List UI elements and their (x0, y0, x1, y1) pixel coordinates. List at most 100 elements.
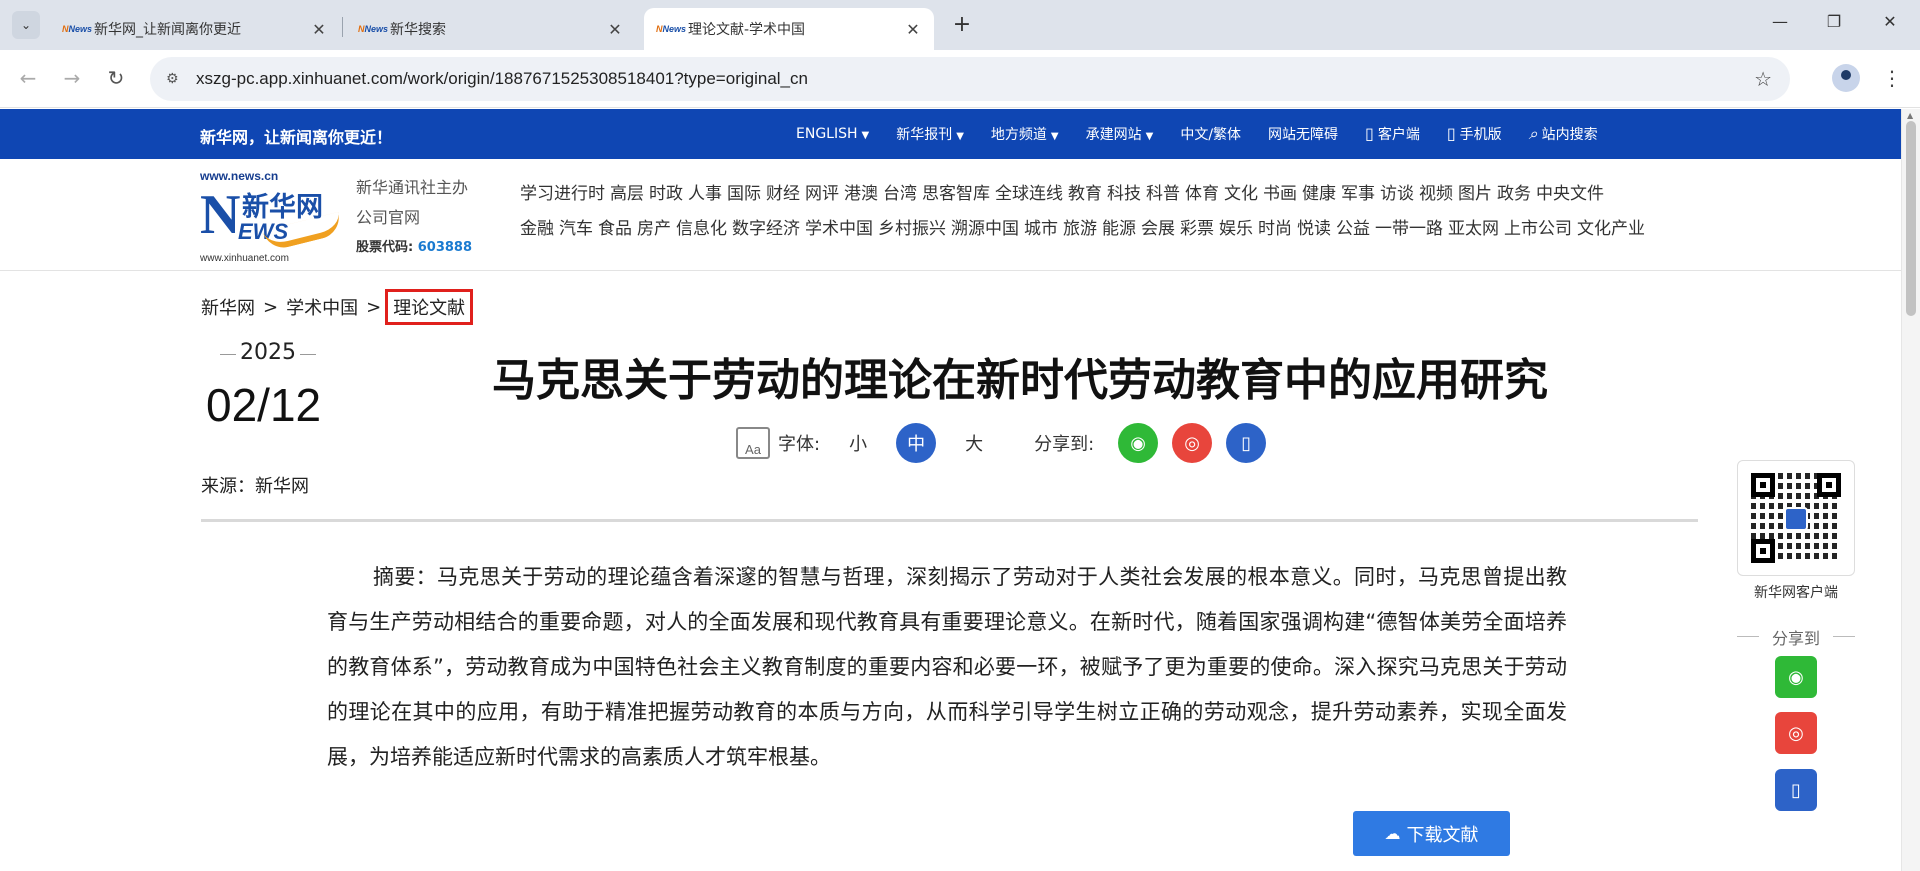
channel-link[interactable]: 全球连线 (995, 184, 1063, 204)
channel-link[interactable]: 科普 (1146, 184, 1180, 204)
channel-link[interactable]: 汽车 (559, 219, 593, 239)
org-line-2: 公司官网 (356, 208, 421, 227)
wechat-share-icon[interactable]: ◉ (1118, 423, 1159, 463)
channel-link[interactable]: 港澳 (844, 184, 878, 204)
browser-tab-1[interactable]: N News 新华网_让新闻离你更近 ✕ (50, 8, 340, 50)
channel-link[interactable]: 文化产业 (1577, 219, 1645, 239)
scroll-up-icon[interactable]: ▲ (1907, 111, 1913, 120)
breadcrumb-academic-china[interactable]: 学术中国 (286, 294, 358, 320)
qr-app-logo (1784, 507, 1808, 531)
new-tab-button[interactable]: + (950, 12, 974, 37)
browser-tab-2[interactable]: N News 新华搜索 ✕ (346, 8, 636, 50)
channel-link[interactable]: 文化 (1224, 184, 1258, 204)
channel-link[interactable]: 访谈 (1380, 184, 1414, 204)
channel-link[interactable]: 一带一路 (1375, 219, 1443, 239)
channel-link[interactable]: 时尚 (1258, 219, 1292, 239)
site-settings-icon[interactable]: ⚙ (166, 71, 186, 87)
restore-icon[interactable]: ❐ (1822, 12, 1846, 31)
channel-link[interactable]: 书画 (1263, 184, 1297, 204)
channel-link[interactable]: 悦读 (1297, 219, 1331, 239)
browser-tab-3-active[interactable]: N News 理论文献-学术中国 ✕ (644, 8, 934, 50)
stock-code[interactable]: 603888 (418, 240, 472, 255)
page-scrollbar[interactable]: ▲ (1901, 109, 1920, 871)
scrollbar-thumb[interactable] (1906, 121, 1916, 316)
channel-link[interactable]: 亚太网 (1448, 219, 1499, 239)
channel-link[interactable]: 溯源中国 (951, 219, 1019, 239)
side-mobile-icon[interactable]: ▯ (1775, 769, 1817, 811)
browser-menu-icon[interactable]: ⋮ (1882, 64, 1902, 92)
channel-link[interactable]: 上市公司 (1504, 219, 1572, 239)
topnav-newspapers[interactable]: 新华报刊 ▼ (896, 124, 964, 144)
channel-link[interactable]: 乡村振兴 (878, 219, 946, 239)
font-large-button[interactable]: 大 (954, 423, 994, 463)
channel-link[interactable]: 学术中国 (805, 219, 873, 239)
channel-link[interactable]: 视频 (1419, 184, 1453, 204)
topnav-hosted-sites[interactable]: 承建网站 ▼ (1086, 124, 1154, 144)
channel-link[interactable]: 图片 (1458, 184, 1492, 204)
channel-link[interactable]: 时政 (649, 184, 683, 204)
topnav-simplified-traditional[interactable]: 中文/繁体 (1180, 124, 1241, 144)
weibo-share-icon[interactable]: ◎ (1172, 423, 1213, 463)
channel-link[interactable]: 能源 (1102, 219, 1136, 239)
channel-link[interactable]: 学习进行时 (520, 184, 605, 204)
channel-link[interactable]: 中央文件 (1536, 184, 1604, 204)
profile-avatar-icon[interactable] (1832, 64, 1860, 92)
close-window-icon[interactable]: ✕ (1878, 12, 1902, 31)
topnav-accessibility[interactable]: 网站无障碍 (1268, 124, 1338, 144)
channel-link[interactable]: 食品 (598, 219, 632, 239)
channel-link[interactable]: 体育 (1185, 184, 1219, 204)
side-wechat-icon[interactable]: ◉ (1775, 656, 1817, 698)
bookmark-star-icon[interactable]: ☆ (1754, 67, 1772, 91)
channel-link[interactable]: 教育 (1068, 184, 1102, 204)
channel-link[interactable]: 科技 (1107, 184, 1141, 204)
topnav-local-channels[interactable]: 地方频道 ▼ (991, 124, 1059, 144)
font-medium-button[interactable]: 中 (896, 423, 937, 463)
channel-link[interactable]: 健康 (1302, 184, 1336, 204)
channel-link[interactable]: 数字经济 (732, 219, 800, 239)
channel-link[interactable]: 房产 (637, 219, 671, 239)
back-arrow-icon[interactable]: ← (16, 66, 40, 90)
close-tab-icon[interactable]: ✕ (310, 20, 328, 39)
channel-link[interactable]: 网评 (805, 184, 839, 204)
channel-link[interactable]: 高层 (610, 184, 644, 204)
topnav-client-app[interactable]: ▯ 客户端 (1365, 124, 1420, 144)
topnav-site-search[interactable]: ⌕ 站内搜索 (1529, 124, 1598, 144)
channel-link[interactable]: 金融 (520, 219, 554, 239)
download-button[interactable]: ☁ 下载文献 (1353, 811, 1510, 856)
channel-link[interactable]: 财经 (766, 184, 800, 204)
org-line-1: 新华通讯社主办 (356, 178, 469, 197)
channel-link[interactable]: 彩票 (1180, 219, 1214, 239)
forward-arrow-icon[interactable]: → (60, 66, 84, 90)
side-share-label: 分享到 (1737, 625, 1855, 649)
browser-tab-bar: ⌄ N News 新华网_让新闻离你更近 ✕ N News 新华搜索 ✕ N News… (0, 0, 1920, 50)
font-small-button[interactable]: 小 (838, 423, 878, 463)
topnav-english[interactable]: ENGLISH ▼ (796, 126, 869, 142)
close-tab-icon[interactable]: ✕ (904, 20, 922, 39)
channel-link[interactable]: 政务 (1497, 184, 1531, 204)
channel-link[interactable]: 人事 (688, 184, 722, 204)
channel-link[interactable]: 城市 (1024, 219, 1058, 239)
channel-link[interactable]: 思客智库 (922, 184, 990, 204)
breadcrumb-home[interactable]: 新华网 (201, 294, 255, 320)
url-text[interactable]: xszg-pc.app.xinhuanet.com/work/origin/18… (196, 69, 808, 89)
channel-link[interactable]: 旅游 (1063, 219, 1097, 239)
channel-link[interactable]: 信息化 (676, 219, 727, 239)
site-slogan: 新华网，让新闻离你更近！ (200, 128, 393, 147)
side-weibo-icon[interactable]: ◎ (1775, 712, 1817, 754)
channel-link[interactable]: 台湾 (883, 184, 917, 204)
channel-link[interactable]: 国际 (727, 184, 761, 204)
topnav-mobile[interactable]: ▯ 手机版 (1447, 124, 1502, 144)
tab-list-button[interactable]: ⌄ (12, 11, 40, 39)
channel-link[interactable]: 会展 (1141, 219, 1175, 239)
minimize-icon[interactable]: — (1768, 12, 1792, 31)
logo-top-url: www.news.cn (200, 169, 279, 183)
xinhuanet-logo[interactable]: www.news.cn N 新华网 EWS www.xinhuanet.com (200, 169, 344, 265)
mobile-share-icon[interactable]: ▯ (1226, 423, 1267, 463)
address-bar[interactable]: ⚙ xszg-pc.app.xinhuanet.com/work/origin/… (150, 57, 1790, 101)
channel-link[interactable]: 公益 (1336, 219, 1370, 239)
channel-link[interactable]: 军事 (1341, 184, 1375, 204)
reload-icon[interactable]: ↻ (104, 66, 128, 90)
channel-link[interactable]: 娱乐 (1219, 219, 1253, 239)
close-tab-icon[interactable]: ✕ (606, 20, 624, 39)
breadcrumb-current[interactable]: 理论文献 (385, 289, 474, 325)
